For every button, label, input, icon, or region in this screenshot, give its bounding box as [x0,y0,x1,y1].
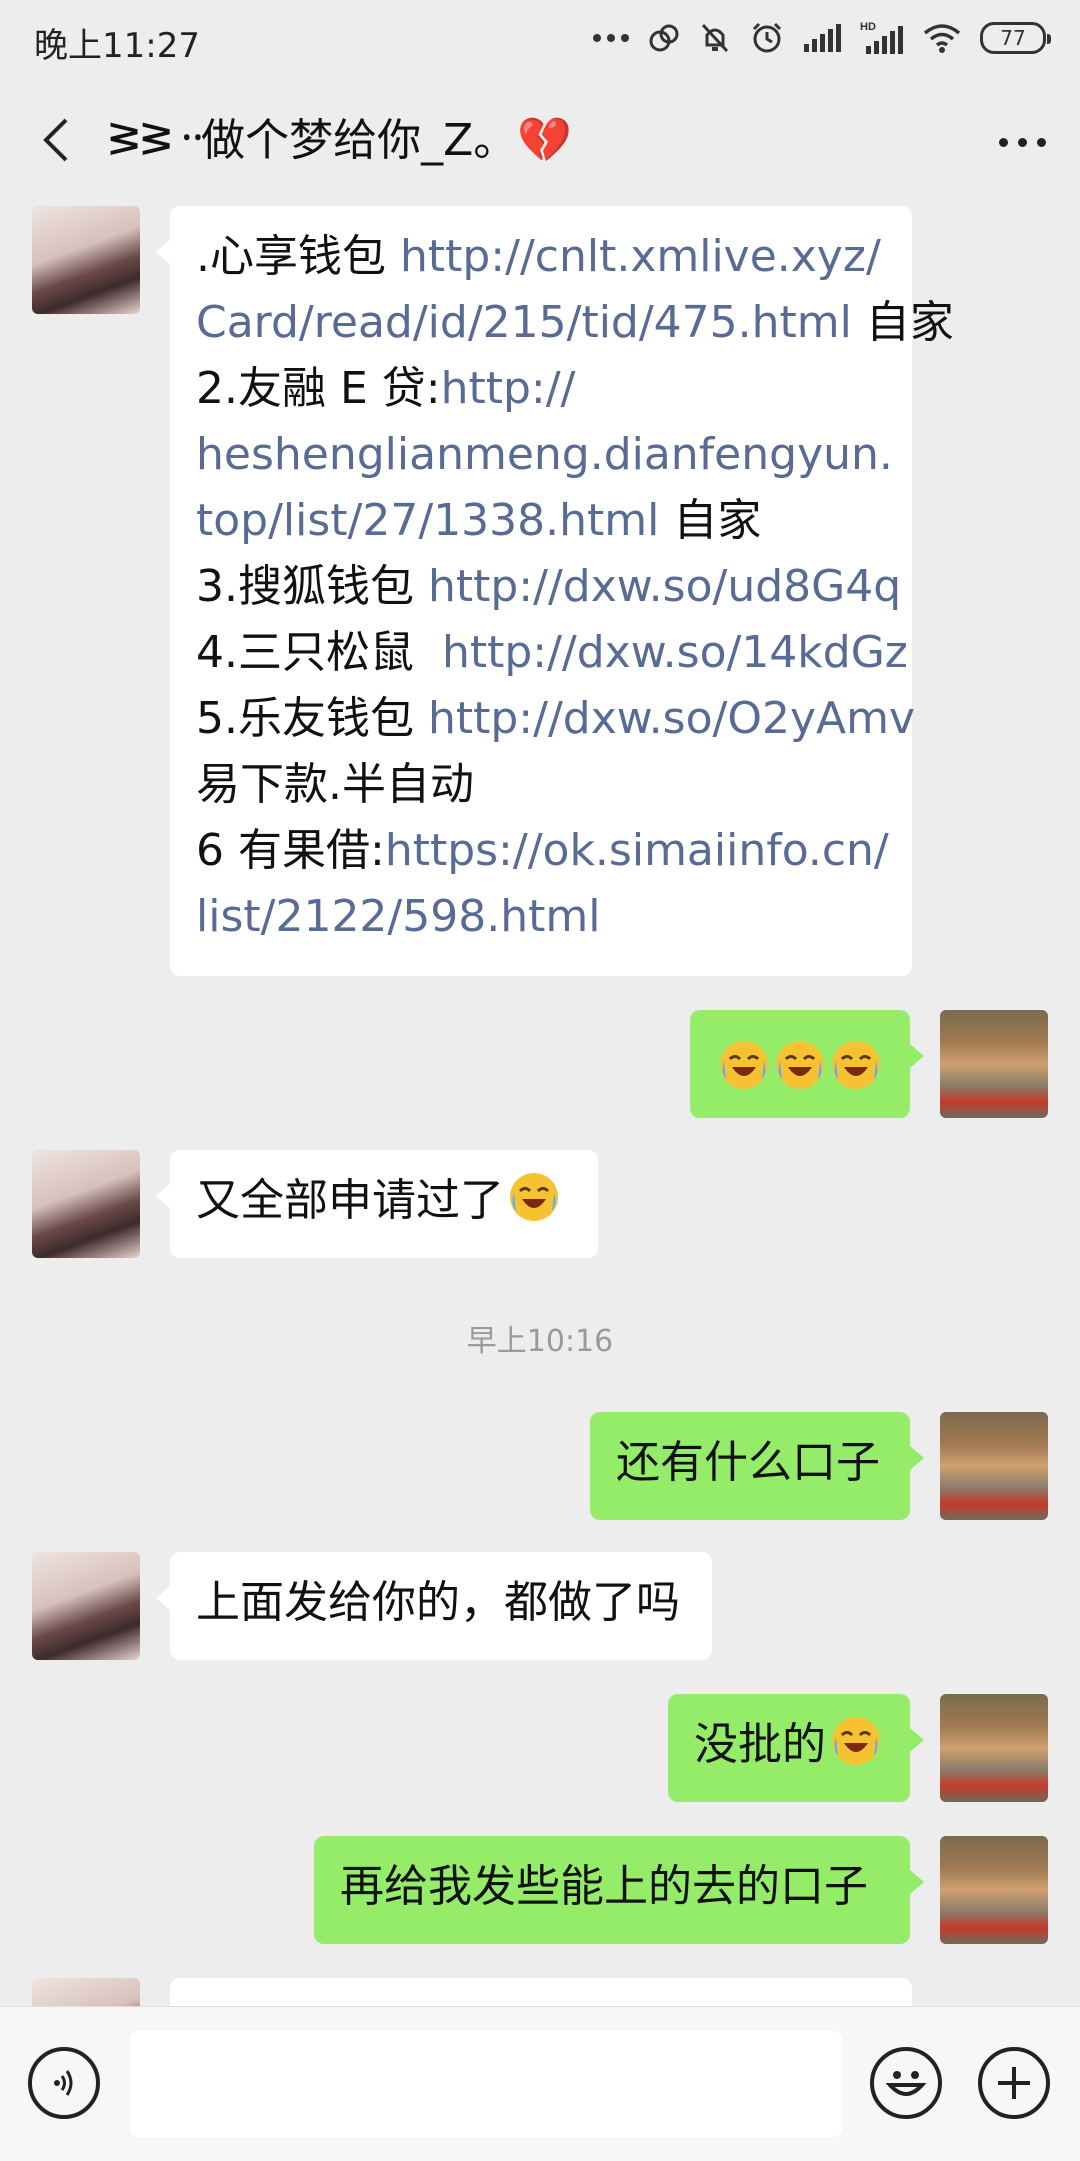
voice-input-button[interactable] [28,2047,100,2119]
contact-avatar[interactable] [32,206,140,314]
my-avatar[interactable] [940,1694,1048,1802]
my-avatar[interactable] [940,1010,1048,1118]
svg-text:HD: HD [860,21,876,33]
more-dots-icon [593,34,629,42]
plus-icon [998,2067,1030,2099]
more-dot [998,137,1008,147]
message-input[interactable] [130,2031,842,2137]
laughing-crying-emoji-icon [832,1717,880,1765]
message-text: 上面发给你的，都做了吗 [196,1577,680,1628]
message-bubble-outgoing[interactable] [690,1010,924,1118]
battery-icon: 77 [980,22,1051,54]
message-link[interactable]: http:// [441,363,576,414]
message-link[interactable]: http://dxw.so/ud8G4q [428,561,901,612]
chevron-left-icon [43,118,68,162]
timestamp-label: 早上10:16 [466,1324,614,1359]
laughing-crying-emoji-icon [720,1041,768,1089]
message-link[interactable]: https://ok.simaiinfo.cn/ [385,825,889,876]
more-dot [1036,137,1046,147]
message-text: 再给我发些能上的去的口子 [340,1861,868,1912]
more-actions-button[interactable] [978,2047,1050,2119]
mute-icon [701,23,729,53]
message-bubble-incoming[interactable]: .心享钱包 http://cnlt.xmlive.xyz/ Card/read/… [156,206,954,976]
message-link[interactable]: http://dxw.so/14kdGz [442,627,908,678]
message-line: list/2122/598.html [196,884,886,950]
contact-avatar[interactable] [32,1150,140,1258]
message-text: 没批的 [694,1719,826,1770]
chat-messages[interactable]: .心享钱包 http://cnlt.xmlive.xyz/ Card/read/… [0,206,1080,2006]
message-line: 2.友融 E 贷:http:// [196,363,576,414]
message-bubble-outgoing[interactable]: 再给我发些能上的去的口子 [314,1836,924,1944]
my-avatar[interactable] [940,1412,1048,1520]
message-line: 5.乐友钱包 http://dxw.so/O2yAmv [196,693,915,744]
message-link[interactable]: heshenglianmeng.dianfengyun. [196,429,893,480]
wifi-icon [923,24,961,53]
more-dot [1017,137,1027,147]
chat-title[interactable]: ᕒᕒ᠃做个梦给你_Z。💔 [108,108,572,174]
signal-icon [804,24,841,52]
message-line: .心享钱包 http://cnlt.xmlive.xyz/ [196,231,881,282]
status-icons: HD 77 [592,16,1051,60]
message-line: 易下款.半自动 [196,759,474,810]
link-icon [649,24,679,52]
voice-icon [54,2070,73,2096]
status-time: 晚上11:27 [34,26,200,66]
message-link[interactable]: http://cnlt.xmlive.xyz/ [400,231,881,282]
message-link[interactable]: Card/read/id/215/tid/475.html [196,297,852,348]
message-text: 又全部申请过了 [196,1175,504,1226]
status-bar: 晚上11:27 HD 77 [0,0,1080,78]
message-input-bar [0,2006,1080,2161]
hd-signal-icon: HD [860,21,903,54]
message-link[interactable]: top/list/27/1338.html [196,495,659,546]
message-line: heshenglianmeng.dianfengyun. [196,422,893,488]
message-line: Card/read/id/215/tid/475.html 自家 [196,297,954,348]
more-options-button[interactable] [990,112,1054,172]
message-line: top/list/27/1338.html 自家 [196,495,762,546]
smiley-icon [885,2071,927,2096]
message-line: 4.三只松鼠 http://dxw.so/14kdGz [196,627,908,678]
message-link[interactable]: list/2122/598.html [196,891,600,942]
message-line: 6 有果借:https://ok.simaiinfo.cn/ [196,825,889,876]
chat-header: ᕒᕒ᠃做个梦给你_Z。💔 [0,78,1080,206]
laughing-crying-emoji-icon [776,1041,824,1089]
battery-level: 77 [1000,26,1026,50]
contact-avatar[interactable] [32,1978,140,2006]
emoji-button[interactable] [870,2047,942,2119]
message-link[interactable]: http://dxw.so/O2yAmv [428,693,915,744]
message-bubble-incoming[interactable] [170,1978,912,2006]
contact-avatar[interactable] [32,1552,140,1660]
message-bubble-outgoing[interactable]: 还有什么口子 [590,1412,924,1520]
message-bubble-outgoing[interactable]: 没批的 [668,1694,924,1802]
back-button[interactable] [28,106,82,174]
message-line: 3.搜狐钱包 http://dxw.so/ud8G4q [196,561,902,612]
message-text: 还有什么口子 [616,1437,880,1488]
laughing-crying-emoji-icon [832,1041,880,1089]
message-bubble-incoming[interactable]: 又全部申请过了 [156,1150,598,1258]
my-avatar[interactable] [940,1836,1048,1944]
laughing-crying-emoji-icon [510,1173,558,1221]
message-bubble-incoming[interactable]: 上面发给你的，都做了吗 [156,1552,712,1660]
alarm-icon [752,22,782,53]
